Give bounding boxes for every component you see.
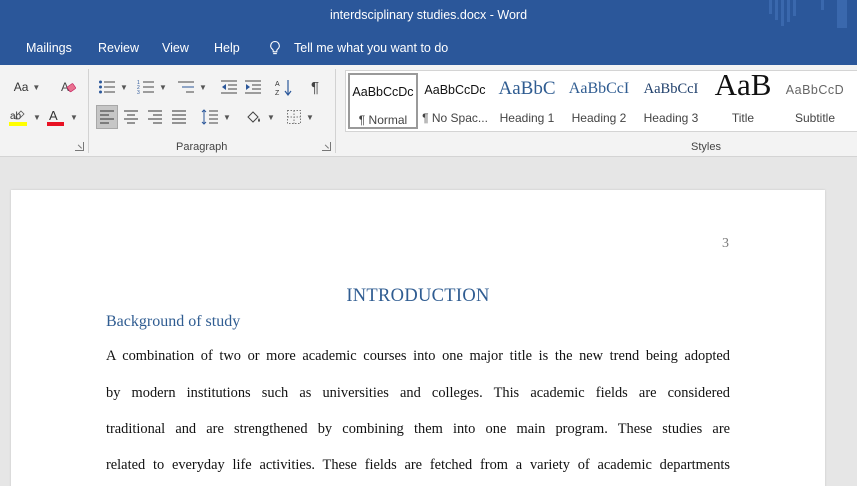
page-number: 3 [722,236,729,251]
tell-me-search[interactable]: Tell me what you want to do [294,41,448,55]
style-preview: AaBbC [498,78,556,99]
style-preview: AaBbCcI [568,80,630,97]
body-text-line: related to everyday life activities. The… [106,457,730,473]
ribbon: Aa ▼ A ab ▼ A ▼ ▼ 1 2 3 ▼ ▼ A Z ¶ ▼ ▼ ▼ … [0,65,857,157]
sort-button[interactable]: A Z [272,75,296,99]
align-left-button[interactable] [96,105,118,129]
paragraph-dialog-launcher[interactable] [322,142,331,151]
change-case-button[interactable]: Aa ▼ [10,75,44,99]
menu-view[interactable]: View [162,41,189,55]
decrease-indent-icon [221,80,237,94]
ribbon-separator [335,69,336,153]
svg-text:A: A [275,81,280,88]
style-name: Heading 3 [643,111,699,125]
body-text-line: traditional and are strengthened by comb… [106,421,730,437]
line-spacing-button[interactable]: ▼ [198,105,234,129]
style-preview: AaB [714,73,772,102]
style-heading-3[interactable]: AaBbCcI Heading 3 [636,73,706,129]
increase-indent-button[interactable] [242,75,264,99]
align-left-icon [100,110,114,124]
font-color-button[interactable]: A ▼ [44,105,80,129]
change-case-label: Aa [13,80,29,94]
highlight-color-button[interactable]: ab ▼ [4,105,44,129]
style-preview: AaBbCcDc [424,83,486,97]
body-text-line: by modern institutions such as universit… [106,385,730,401]
style-preview: AaBbCcD [785,83,845,97]
multilevel-list-button[interactable]: ▼ [174,75,210,99]
lightbulb-icon[interactable] [268,40,282,56]
menu-bar: Mailings Review View Help Tell me what y… [0,32,857,65]
menu-help[interactable]: Help [214,41,240,55]
numbering-button[interactable]: 1 2 3 ▼ [134,75,170,99]
paint-bucket-icon [247,111,261,123]
style-name: Heading 1 [499,111,555,125]
document-area: 3 INTRODUCTION Background of study A com… [0,157,857,486]
shading-button[interactable]: ▼ [242,105,278,129]
body-text-line: A combination of two or more academic co… [106,348,730,364]
ribbon-separator [88,69,89,153]
document-page[interactable]: 3 INTRODUCTION Background of study A com… [11,190,825,486]
bullets-icon [99,80,116,94]
style-no-spacing[interactable]: AaBbCcDc ¶ No Spac... [420,73,490,129]
paragraph-group-label: Paragraph [176,141,228,153]
style-normal[interactable]: AaBbCcDc ¶ Normal [348,73,418,129]
line-spacing-icon [201,109,219,125]
svg-text:3: 3 [137,90,140,95]
highlighter-icon: ab [9,110,28,126]
style-heading-2[interactable]: AaBbCcI Heading 2 [564,73,634,129]
styles-group-label: Styles [691,141,721,153]
clear-formatting-icon: A [61,80,76,94]
pilcrow-icon: ¶ [310,78,320,96]
style-name: Heading 2 [571,111,627,125]
styles-gallery: AaBbCcDc ¶ Normal AaBbCcDc ¶ No Spac... … [345,70,857,132]
style-heading-1[interactable]: AaBbC Heading 1 [492,73,562,129]
title-bar-decoration [761,0,851,32]
style-preview: AaBbCcI [643,81,699,97]
style-name: ¶ Normal [358,113,408,127]
clear-formatting-button[interactable]: A [56,75,82,99]
justify-button[interactable] [168,105,190,129]
svg-text:A: A [49,108,58,123]
borders-icon [287,110,302,124]
bullets-button[interactable]: ▼ [96,75,130,99]
align-right-button[interactable] [144,105,166,129]
font-color-icon: A [47,108,65,126]
sort-icon: A Z [275,80,292,96]
decrease-indent-button[interactable] [218,75,240,99]
style-name: Title [731,111,755,125]
menu-review[interactable]: Review [98,41,139,55]
svg-text:Z: Z [275,90,280,96]
font-dialog-launcher[interactable] [75,142,84,151]
multilevel-list-icon [178,81,195,93]
align-center-icon [124,110,138,124]
title-bar: interdsciplinary studies.docx - Word [0,0,857,32]
style-name: ¶ No Spac... [422,111,488,125]
show-formatting-marks-button[interactable]: ¶ [304,75,326,99]
menu-mailings[interactable]: Mailings [26,41,72,55]
style-name: Subtitle [794,111,836,125]
document-subheading: Background of study [106,313,241,330]
increase-indent-icon [245,80,261,94]
window-title: interdsciplinary studies.docx - Word [329,8,528,22]
style-title[interactable]: AaB Title [708,73,778,129]
style-preview: AaBbCcDc [352,85,414,99]
style-subtitle[interactable]: AaBbCcD Subtitle [780,73,850,129]
document-heading: INTRODUCTION [346,286,490,306]
justify-icon [172,110,186,124]
align-right-icon [148,110,162,124]
align-center-button[interactable] [120,105,142,129]
borders-button[interactable]: ▼ [282,105,318,129]
numbering-icon: 1 2 3 [137,80,155,95]
